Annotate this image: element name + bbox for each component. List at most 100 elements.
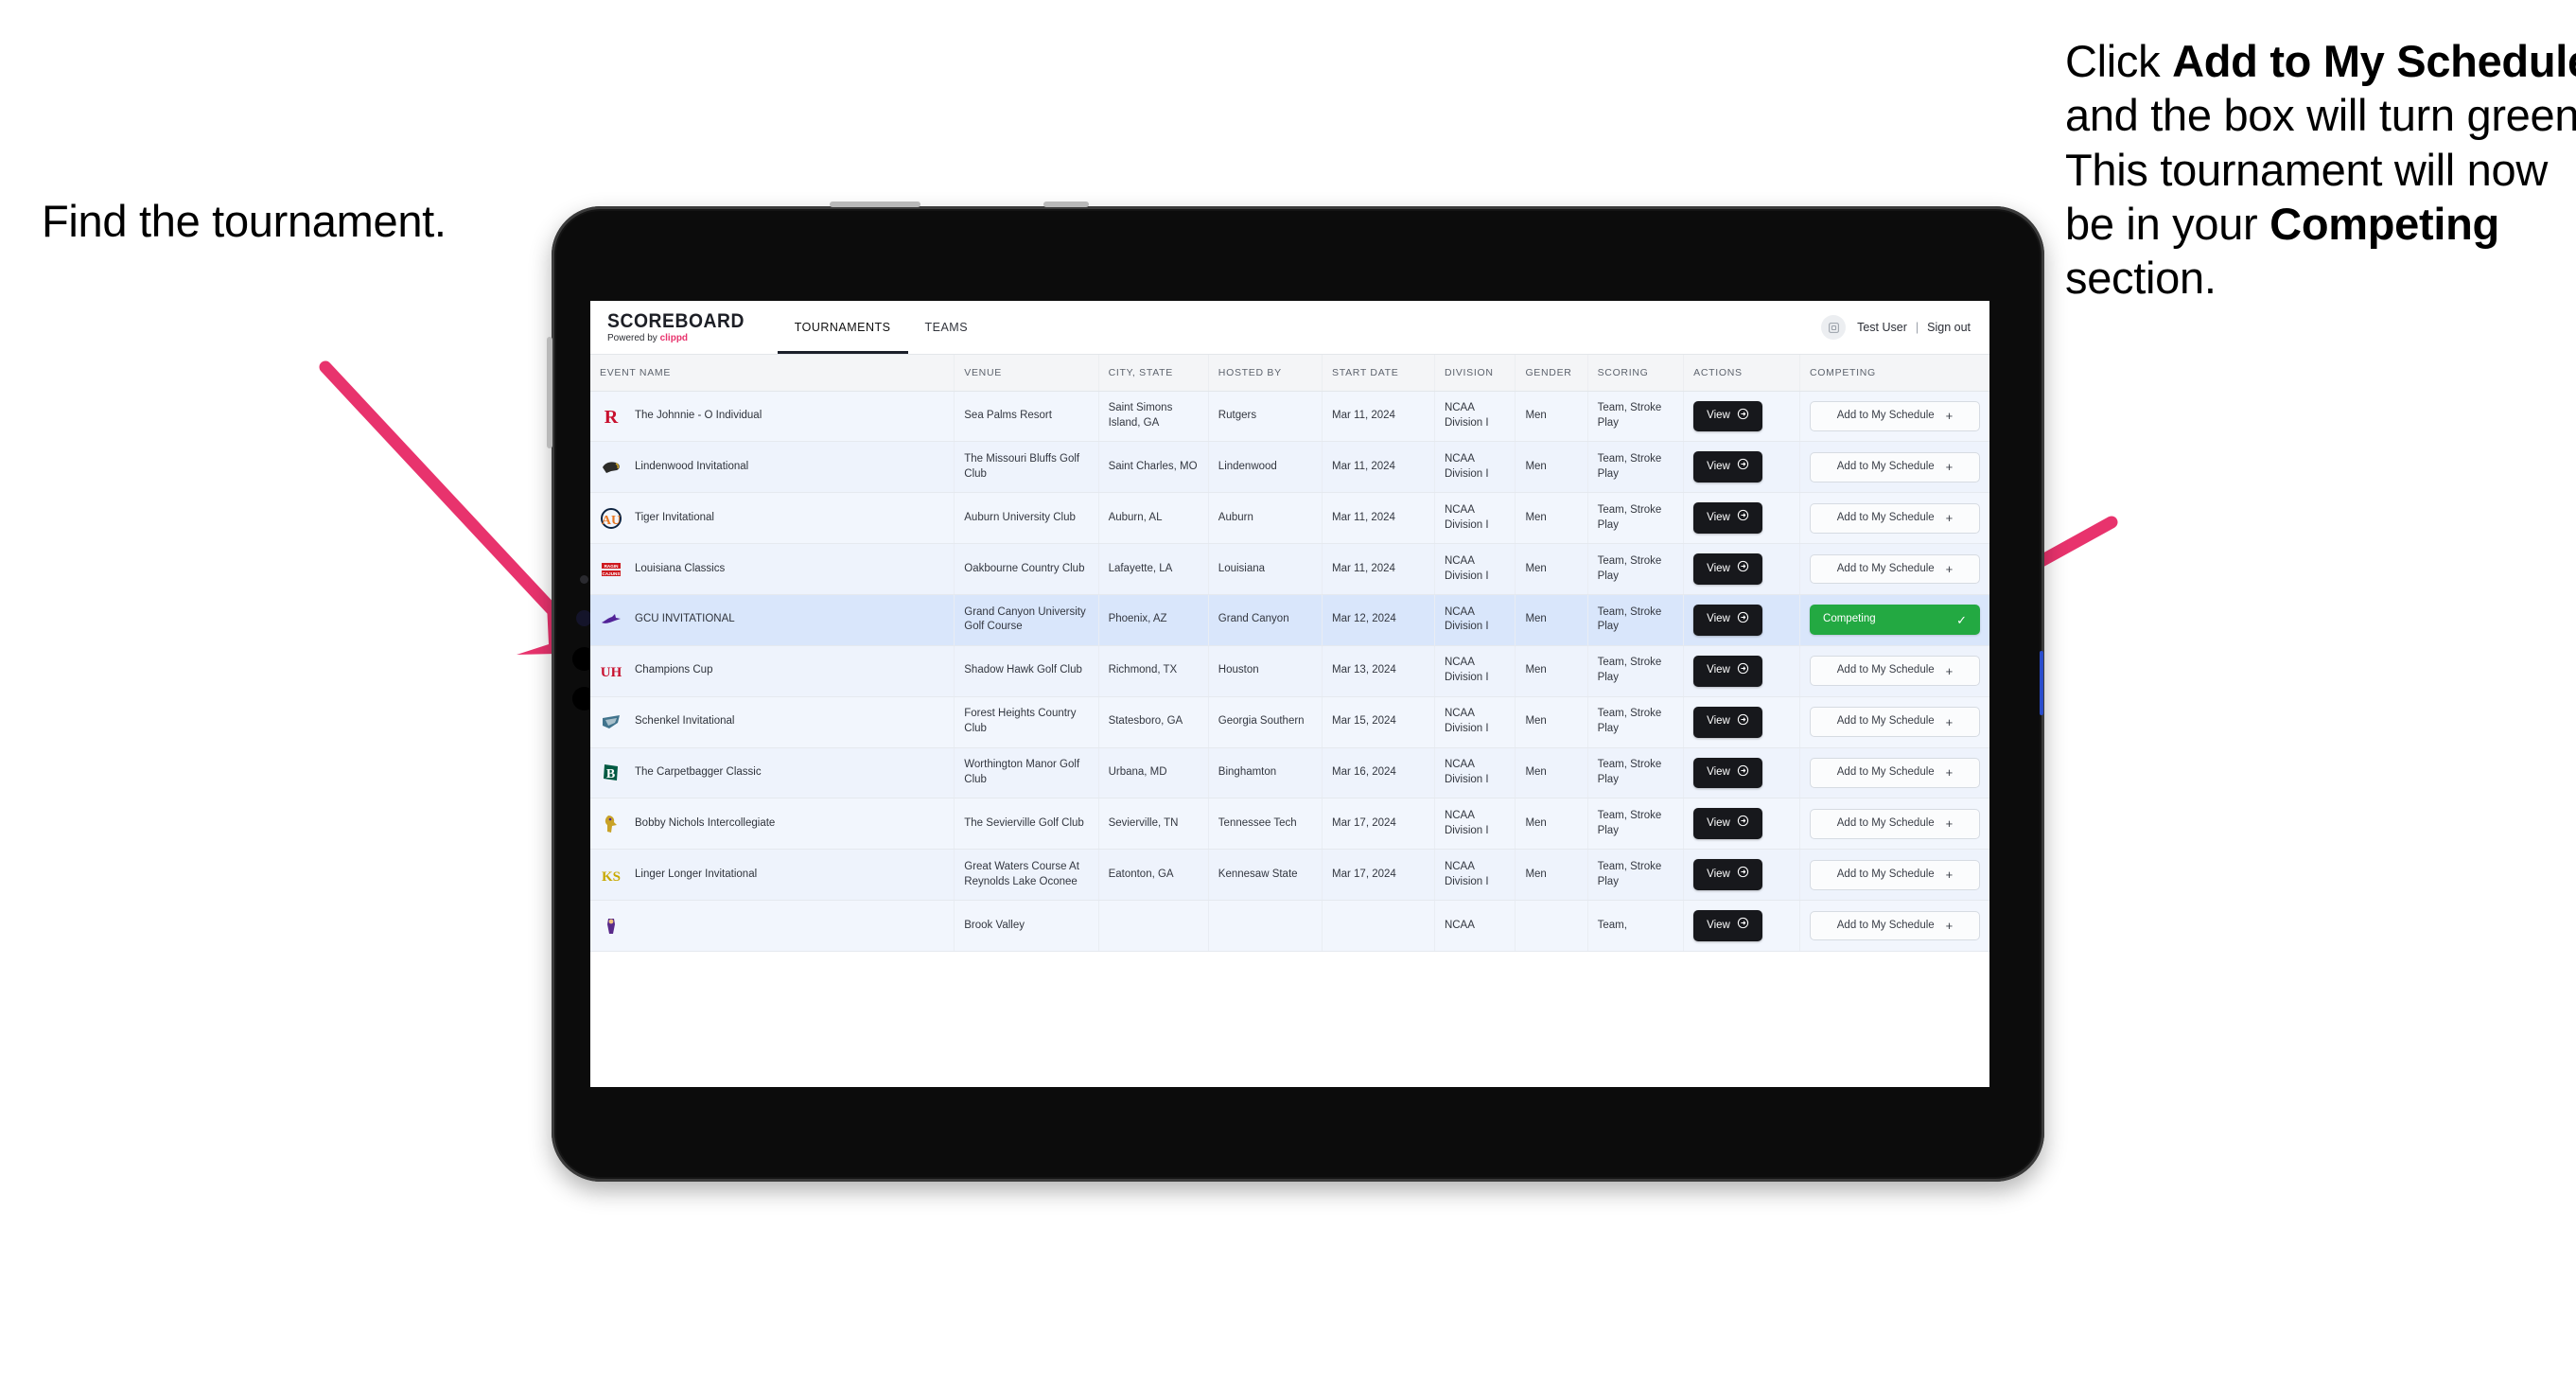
cell-scoring: Team, Stroke Play (1587, 594, 1685, 646)
view-button[interactable]: View (1693, 757, 1762, 789)
table-row[interactable]: UH Champions Cup Shadow Hawk Golf Club Ric… (590, 645, 1989, 697)
view-button[interactable]: View (1693, 706, 1762, 738)
add-to-my-schedule-button[interactable]: Add to My Schedule + (1810, 707, 1980, 738)
cell-scoring: Team, Stroke Play (1587, 747, 1685, 799)
tournaments-table-container[interactable]: EVENT NAME VENUE CITY, STATE HOSTED BY START… (590, 355, 1989, 1087)
table-row[interactable]: Lindenwood Invitational The Missouri Bluf… (590, 441, 1989, 494)
view-button-label: View (1707, 460, 1730, 472)
table-col-header-venue[interactable]: VENUE (954, 355, 1099, 392)
svg-text:AU: AU (602, 514, 621, 528)
cell-actions: View (1683, 798, 1801, 851)
table-col-header-hosted-by[interactable]: HOSTED BY (1208, 355, 1323, 392)
view-button[interactable]: View (1693, 451, 1762, 483)
table-row[interactable]: RAGIN CAJUNS Louisiana Classics Oakbourne … (590, 543, 1989, 595)
table-col-header-city-state[interactable]: CITY, STATE (1098, 355, 1209, 392)
cell-division: NCAA Division I (1434, 492, 1516, 545)
add-to-my-schedule-button[interactable]: Add to My Schedule + (1810, 451, 1980, 482)
add-to-my-schedule-label: Add to My Schedule (1836, 766, 1935, 779)
table-col-header-start-date[interactable]: START DATE (1322, 355, 1435, 392)
cell-competing: Add to My Schedule + (1799, 645, 1989, 697)
tablet-device: SCOREBOARD Powered by clippd TOURNAMENTS… (547, 202, 2044, 1182)
table-row[interactable]: Bobby Nichols Intercollegiate The Sevierv… (590, 798, 1989, 851)
add-to-my-schedule-button[interactable]: Add to My Schedule + (1810, 656, 1980, 687)
brand-logo[interactable]: SCOREBOARD Powered by clippd (590, 301, 778, 354)
cell-event-name (590, 900, 955, 952)
view-button-label: View (1707, 664, 1730, 676)
table-row[interactable]: R The Johnnie - O Individual Sea Palms Re… (590, 391, 1989, 443)
table-row[interactable]: AU Tiger Invitational Auburn University C… (590, 492, 1989, 545)
svg-text:CAJUNS: CAJUNS (603, 571, 621, 576)
page-scrollbar-thumb[interactable] (2040, 651, 2043, 715)
tab-tournaments[interactable]: TOURNAMENTS (777, 301, 908, 354)
view-button[interactable]: View (1693, 604, 1762, 636)
cell-venue: The Sevierville Golf Club (954, 798, 1099, 851)
add-to-my-schedule-button[interactable]: Add to My Schedule + (1810, 910, 1980, 941)
cell-actions: View (1683, 391, 1801, 443)
arrow-right-circle-icon (1737, 509, 1749, 527)
user-separator: | (1915, 321, 1919, 334)
table-col-header-actions[interactable]: ACTIONS (1683, 355, 1801, 392)
table-row[interactable]: Schenkel Invitational Forest Heights Coun… (590, 696, 1989, 748)
cell-hosted-by: Binghamton (1208, 747, 1323, 799)
cell-venue: Forest Heights Country Club (954, 696, 1099, 748)
cell-hosted-by: Georgia Southern (1208, 696, 1323, 748)
table-col-header-division[interactable]: DIVISION (1434, 355, 1516, 392)
cell-gender: Men (1515, 696, 1588, 748)
view-button[interactable]: View (1693, 553, 1762, 585)
add-to-my-schedule-button[interactable]: Add to My Schedule + (1810, 401, 1980, 431)
ragin-cajuns-logo: RAGIN CAJUNS (600, 558, 622, 581)
competing-button[interactable]: Competing ✓ (1810, 605, 1980, 636)
cell-event-name: KS Linger Longer Invitational (590, 849, 955, 902)
tab-teams[interactable]: TEAMS (908, 301, 986, 354)
user-avatar-icon[interactable] (1821, 315, 1847, 340)
add-to-my-schedule-button[interactable]: Add to My Schedule + (1810, 808, 1980, 839)
table-col-header-gender[interactable]: GENDER (1515, 355, 1588, 392)
table-row[interactable]: KS Linger Longer Invitational Great Water… (590, 849, 1989, 902)
cell-city-state: Urbana, MD (1098, 747, 1209, 799)
annotation-right-part-4: section. (2065, 253, 2217, 304)
cell-scoring: Team, Stroke Play (1587, 543, 1685, 595)
event-name-label: The Carpetbagger Classic (635, 766, 762, 778)
table-row[interactable]: GCU INVITATIONAL Grand Canyon University … (590, 594, 1989, 646)
plus-icon: + (1945, 714, 1954, 729)
view-button[interactable]: View (1693, 910, 1762, 941)
table-row[interactable]: Brook Valley NCAA Team, View Add to My Sch… (590, 900, 1989, 952)
view-button[interactable]: View (1693, 859, 1762, 891)
annotation-right-part-3: Competing (2269, 198, 2499, 249)
app-header: SCOREBOARD Powered by clippd TOURNAMENTS… (590, 301, 1989, 355)
cell-scoring: Team, Stroke Play (1587, 798, 1685, 851)
kennesaw-state-ksu-logo: KS (600, 864, 622, 886)
cell-actions: View (1683, 849, 1801, 902)
add-to-my-schedule-button[interactable]: Add to My Schedule + (1810, 502, 1980, 534)
cell-event-name: UH Champions Cup (590, 645, 955, 697)
add-to-my-schedule-button[interactable]: Add to My Schedule + (1810, 758, 1980, 788)
view-button[interactable]: View (1693, 808, 1762, 840)
view-button[interactable]: View (1693, 502, 1762, 535)
cell-actions: View (1683, 696, 1801, 748)
view-button-label: View (1707, 613, 1730, 625)
event-name-label: Linger Longer Invitational (635, 868, 758, 880)
competing-button-label: Competing (1823, 613, 1876, 625)
table-col-header-event-name[interactable]: EVENT NAME (590, 355, 955, 392)
svg-text:UH: UH (601, 665, 622, 680)
page-root: Find the tournament. Click Add to My Sch… (0, 0, 2576, 1386)
brand-subtitle: Powered by clippd (607, 334, 757, 343)
sign-out-link[interactable]: Sign out (1927, 321, 1971, 334)
cell-venue: Sea Palms Resort (954, 391, 1099, 443)
cell-venue: The Missouri Bluffs Golf Club (954, 441, 1099, 494)
grand-canyon-lopes-logo (600, 608, 622, 631)
cell-scoring: Team, Stroke Play (1587, 696, 1685, 748)
cell-division: NCAA Division I (1434, 441, 1516, 494)
table-col-header-scoring[interactable]: SCORING (1587, 355, 1685, 392)
event-name-label: Schenkel Invitational (635, 715, 735, 728)
table-row[interactable]: B The Carpetbagger Classic Worthington Ma… (590, 747, 1989, 799)
add-to-my-schedule-button[interactable]: Add to My Schedule + (1810, 553, 1980, 585)
view-button[interactable]: View (1693, 655, 1762, 687)
add-to-my-schedule-button[interactable]: Add to My Schedule + (1810, 859, 1980, 890)
view-button[interactable]: View (1693, 400, 1762, 432)
table-col-header-competing[interactable]: COMPETING (1799, 355, 1989, 392)
cell-hosted-by: Lindenwood (1208, 441, 1323, 494)
annotation-right-part-0: Click (2065, 36, 2173, 86)
tab-teams-label: TEAMS (924, 321, 969, 334)
svg-text:RAGIN: RAGIN (605, 564, 619, 569)
